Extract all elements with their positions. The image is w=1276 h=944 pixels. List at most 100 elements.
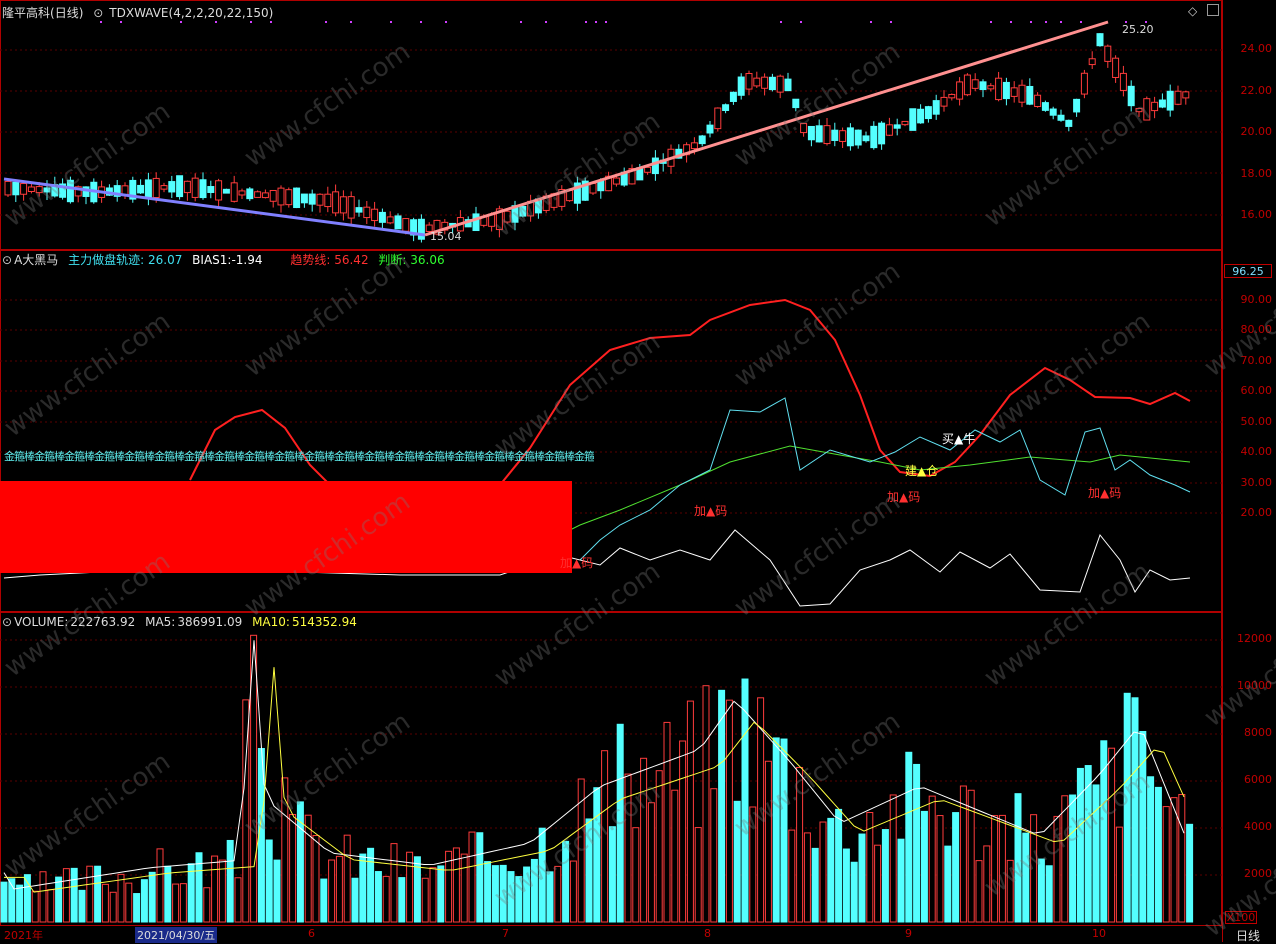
volume-bar <box>1037 858 1045 923</box>
candle-body <box>839 130 847 142</box>
candle-body <box>644 166 652 173</box>
volume-bar <box>187 863 195 923</box>
volume-bar <box>827 817 835 923</box>
ind-tick: 60.00 <box>1240 384 1273 397</box>
volume-bar <box>398 877 406 923</box>
candle-body <box>378 211 386 223</box>
ind-item-label: BIAS1: <box>192 253 232 267</box>
signal-dot <box>605 21 607 23</box>
volume-bar <box>1069 794 1077 923</box>
candle-body <box>168 181 176 193</box>
vol-tick: 2000 <box>1244 867 1272 880</box>
candle-body <box>332 191 340 214</box>
candle-body <box>987 85 995 90</box>
trend-line-up <box>424 20 1109 237</box>
price-tick: 22.00 <box>1240 84 1273 97</box>
volume-bar <box>975 860 983 923</box>
period-button[interactable]: 日线 <box>1236 927 1260 944</box>
collapse-icon[interactable]: ⊙ <box>93 6 103 20</box>
candle-body <box>870 125 878 149</box>
volume-bar <box>16 884 24 923</box>
candle-body <box>503 210 511 223</box>
close-panel-button[interactable] <box>1207 4 1219 16</box>
volume-bar <box>562 840 570 923</box>
low-price-label: 15.04 <box>430 230 462 243</box>
candle-body <box>924 106 932 120</box>
diamond-icon[interactable]: ◇ <box>1188 4 1197 18</box>
volume-bar <box>172 883 180 923</box>
candle-body <box>651 157 659 175</box>
signal-label: 买▲牛 <box>942 432 976 446</box>
candle-body <box>800 123 808 134</box>
ind-item-value: -1.94 <box>231 253 263 267</box>
collapse-icon[interactable]: ⊙ <box>2 615 12 629</box>
candle-body <box>776 75 784 93</box>
signal-dot <box>180 21 182 23</box>
volume-bar <box>1170 797 1178 923</box>
signal-dot <box>325 21 327 23</box>
volume-bar <box>1186 823 1194 923</box>
candle-body <box>207 186 215 193</box>
signal-dot <box>595 21 597 23</box>
candle-body <box>893 124 901 129</box>
candle-body <box>698 135 706 145</box>
candle-body <box>176 175 184 198</box>
volume-bar <box>1022 832 1030 923</box>
signal-dot <box>545 21 547 23</box>
volume-bar <box>569 860 577 923</box>
volume-bar <box>858 833 866 923</box>
candle-body <box>909 108 917 131</box>
volume-bar <box>874 844 882 923</box>
candle-body <box>589 183 597 194</box>
candle-body <box>979 81 987 91</box>
candle-body <box>807 125 815 141</box>
date-label: 7 <box>502 927 509 940</box>
volume-bar <box>289 813 297 923</box>
volume-bar <box>733 800 741 923</box>
ind-item-label: 判断: <box>378 253 407 267</box>
ind-tick: 50.00 <box>1240 415 1273 428</box>
signal-dot <box>420 21 422 23</box>
candle-body <box>917 108 925 124</box>
ind-tick: 20.00 <box>1240 506 1273 519</box>
volume-bar <box>359 853 367 923</box>
volume-bar <box>1147 776 1155 923</box>
signal-dot <box>390 21 392 23</box>
candle-body <box>971 79 979 89</box>
volume-bar <box>117 873 125 923</box>
candle-body <box>144 179 152 198</box>
collapse-icon[interactable]: ⊙ <box>2 253 12 267</box>
volume-bar <box>265 839 273 923</box>
volume-bar <box>655 770 663 923</box>
signal-dot <box>100 21 102 23</box>
candle-body <box>308 193 316 205</box>
candle-body <box>690 142 698 150</box>
candle-body <box>199 179 207 199</box>
high-price-label: 25.20 <box>1122 23 1154 36</box>
volume-bar <box>1092 784 1100 923</box>
volume-bar <box>335 855 343 923</box>
volume-bar <box>772 737 780 923</box>
candle-body <box>1073 98 1081 113</box>
candle-body <box>222 188 230 194</box>
candle-body <box>885 124 893 136</box>
candle-body <box>1135 107 1143 113</box>
date-axis: 2021年 2021/04/30/五 6 7 8 9 10 <box>0 926 1222 943</box>
candle-body <box>823 125 831 145</box>
indicator-title[interactable]: A大黑马 <box>14 253 58 267</box>
stock-name[interactable]: 隆平高科 <box>2 6 50 20</box>
candle-body <box>277 187 285 206</box>
candle-body <box>238 190 246 196</box>
signal-dot <box>800 21 802 23</box>
date-label-selected[interactable]: 2021/04/30/五 <box>135 927 218 943</box>
indicator-name[interactable]: TDXWAVE(4,2,2,20,22,150) <box>109 6 273 20</box>
main-panel-header: 隆平高科(日线) ⊙ TDXWAVE(4,2,2,20,22,150) <box>2 5 279 21</box>
candle-body <box>152 177 160 198</box>
candle-body <box>737 76 745 96</box>
candle-body <box>1158 99 1166 108</box>
ind-item-3: 判断: 36.06 <box>378 253 444 267</box>
candle-body <box>355 207 363 213</box>
candle-body <box>932 100 940 115</box>
volume-bar <box>749 806 757 923</box>
candle-body <box>948 93 956 99</box>
